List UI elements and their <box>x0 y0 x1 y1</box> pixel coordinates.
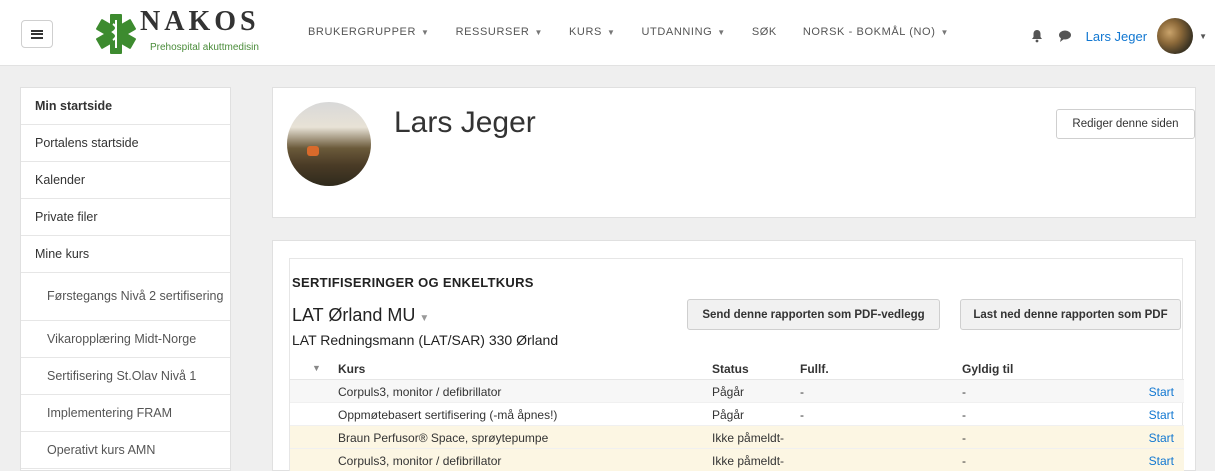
nav-brukergrupper[interactable]: BRUKERGRUPPER ▼ <box>308 26 430 38</box>
user-area: Lars Jeger ▼ <box>1030 18 1207 54</box>
site-logo[interactable]: NAKOS Prehospital akuttmedisin <box>88 4 278 62</box>
nav-utdanning[interactable]: UTDANNING ▼ <box>641 26 725 38</box>
course-status: Pågår <box>712 385 745 399</box>
course-valid-until: - <box>962 454 966 468</box>
course-status: Pågår <box>712 408 745 422</box>
column-header-valid-until[interactable]: Gyldig til <box>962 362 1013 376</box>
primary-nav: BRUKERGRUPPER ▼ RESSURSER ▼ KURS ▼ UTDANNIN… <box>308 26 975 38</box>
top-navbar: NAKOS Prehospital akuttmedisin BRUKERGRU… <box>0 0 1215 66</box>
bell-icon[interactable] <box>1030 29 1044 43</box>
course-name: Oppmøtebasert sertifisering (-må åpnes!) <box>338 408 558 422</box>
column-header-completed[interactable]: Fullf. <box>800 362 829 376</box>
start-course-link[interactable]: Start <box>1149 431 1174 445</box>
drawer-item-min-startside[interactable]: Min startside <box>21 88 230 125</box>
course-valid-until: - <box>962 385 966 399</box>
profile-picture <box>287 102 371 186</box>
column-header-status[interactable]: Status <box>712 362 749 376</box>
course-status: Ikke påmeldt <box>712 431 781 445</box>
profile-header: Lars Jeger Rediger denne siden <box>272 87 1196 218</box>
drawer-course-item[interactable]: Førstegangs Nivå 2 sertifisering <box>21 273 230 321</box>
nav-language[interactable]: NORSK - BOKMÅL (NO) ▼ <box>803 26 949 38</box>
drawer-course-item[interactable]: Vikaropplæring Midt-Norge <box>21 321 230 358</box>
hamburger-icon <box>31 29 43 39</box>
drawer-item-portalens-startside[interactable]: Portalens startside <box>21 125 230 162</box>
download-pdf-button[interactable]: Last ned denne rapporten som PDF <box>960 299 1181 330</box>
course-completed: - <box>800 385 804 399</box>
table-row: Corpuls3, monitor / defibrillator Pågår … <box>290 380 1184 403</box>
chevron-down-icon: ▼ <box>421 28 430 37</box>
chevron-down-icon: ▼ <box>534 28 543 37</box>
course-valid-until: - <box>962 431 966 445</box>
drawer-course-item[interactable]: Operativt kurs AMN <box>21 432 230 469</box>
nav-sok[interactable]: SØK <box>752 26 777 38</box>
page-title: Lars Jeger <box>394 106 536 139</box>
nav-ressurser[interactable]: RESSURSER ▼ <box>456 26 543 38</box>
logo-wordmark: NAKOS <box>140 6 260 37</box>
section-title: SERTIFISERINGER OG ENKELTKURS <box>292 275 534 290</box>
course-table: ▼ Kurs Status Fullf. Gyldig til Corpuls3… <box>290 357 1184 471</box>
course-completed: - <box>780 454 784 468</box>
course-status: Ikke påmeldt <box>712 454 781 468</box>
table-header-row: ▼ Kurs Status Fullf. Gyldig til <box>290 357 1184 380</box>
start-course-link[interactable]: Start <box>1149 454 1174 468</box>
column-header-course[interactable]: Kurs <box>338 362 365 376</box>
course-name: Braun Perfusor® Space, sprøytepumpe <box>338 431 549 445</box>
user-menu-name[interactable]: Lars Jeger <box>1086 29 1147 44</box>
menu-toggle-button[interactable] <box>21 20 53 48</box>
start-course-link[interactable]: Start <box>1149 385 1174 399</box>
user-avatar[interactable] <box>1157 18 1194 54</box>
collapse-toggle-icon[interactable]: ▼ <box>312 363 321 373</box>
drawer-course-item[interactable]: Implementering FRAM <box>21 395 230 432</box>
chevron-down-icon: ▼ <box>606 28 616 37</box>
org-subtitle: LAT Redningsmann (LAT/SAR) 330 Ørland <box>292 332 559 348</box>
chevron-down-icon: ▼ <box>717 28 726 37</box>
chevron-down-icon[interactable]: ▼ <box>1199 32 1207 41</box>
drawer-item-mine-kurs[interactable]: Mine kurs <box>21 236 230 273</box>
chat-bubble-icon[interactable] <box>1058 29 1072 43</box>
edit-page-button[interactable]: Rediger denne siden <box>1056 109 1195 139</box>
certification-report: SERTIFISERINGER OG ENKELTKURS LAT Ørland… <box>289 258 1184 471</box>
start-course-link[interactable]: Start <box>1149 408 1174 422</box>
table-row: Braun Perfusor® Space, sprøytepumpe Ikke… <box>290 426 1184 449</box>
course-name: Corpuls3, monitor / defibrillator <box>338 454 502 468</box>
course-valid-until: - <box>962 408 966 422</box>
chevron-down-icon: ▼ <box>419 313 430 324</box>
course-completed: - <box>800 408 804 422</box>
course-completed: - <box>780 431 784 445</box>
table-row: Oppmøtebasert sertifisering (-må åpnes!)… <box>290 403 1184 426</box>
logo-subtitle: Prehospital akuttmedisin <box>150 42 259 53</box>
drawer-item-kalender[interactable]: Kalender <box>21 162 230 199</box>
drawer-item-private-filer[interactable]: Private filer <box>21 199 230 236</box>
org-selector[interactable]: LAT Ørland MU ▼ <box>292 305 429 326</box>
nav-drawer: Min startside Portalens startside Kalend… <box>20 87 231 471</box>
table-row: Corpuls3, monitor / defibrillator Ikke p… <box>290 449 1184 471</box>
report-region: SERTIFISERINGER OG ENKELTKURS LAT Ørland… <box>272 240 1196 471</box>
star-of-life-logo-icon <box>96 14 136 54</box>
drawer-course-item[interactable]: Sertifisering St.Olav Nivå 1 <box>21 358 230 395</box>
chevron-down-icon: ▼ <box>940 28 949 37</box>
send-pdf-button[interactable]: Send denne rapporten som PDF-vedlegg <box>687 299 940 330</box>
nav-kurs[interactable]: KURS ▼ <box>569 26 616 38</box>
course-name: Corpuls3, monitor / defibrillator <box>338 385 502 399</box>
